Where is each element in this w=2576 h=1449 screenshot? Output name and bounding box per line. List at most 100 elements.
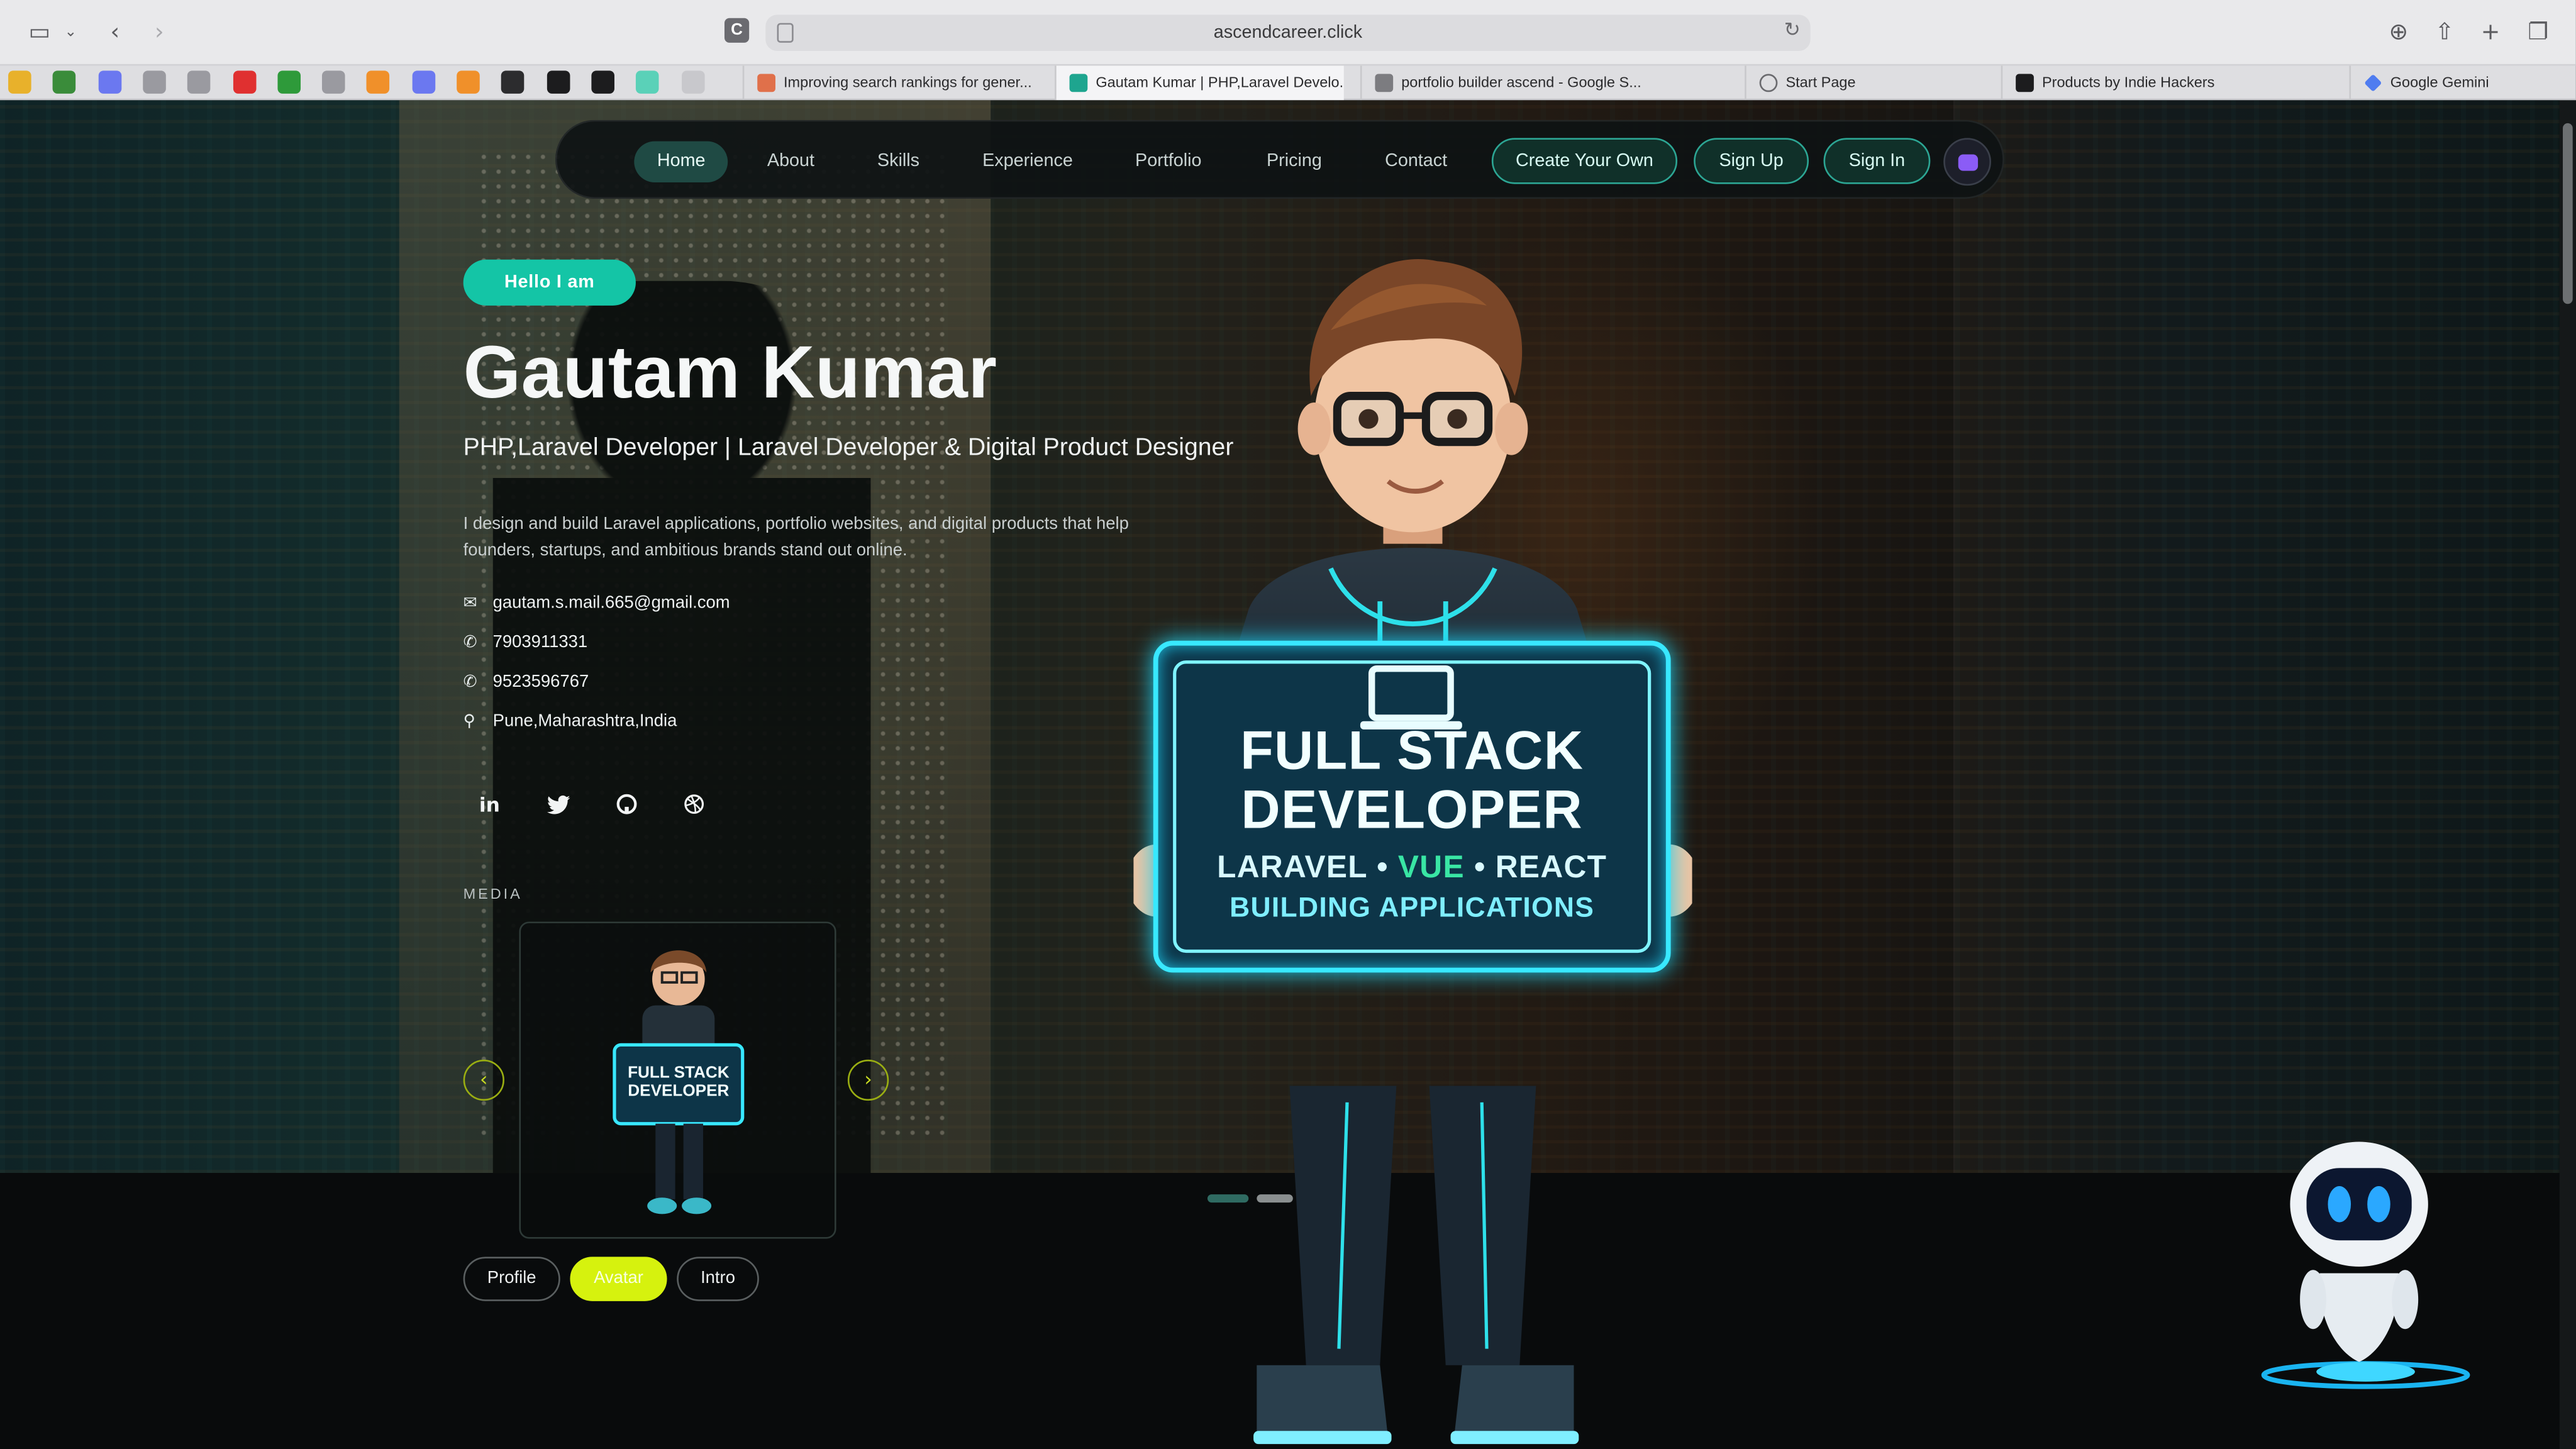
sign-up-button[interactable]: Sign Up bbox=[1694, 138, 1809, 184]
downloads-icon[interactable]: ⊕ bbox=[2382, 16, 2415, 49]
tab-gautam-kumar[interactable]: Gautam Kumar | PHP,Laravel Develo... bbox=[1055, 65, 1344, 101]
tab-favicon bbox=[1375, 74, 1394, 92]
portfolio-page: Home About Skills Experience Portfolio P… bbox=[0, 100, 2560, 1449]
tab-favicon bbox=[1069, 74, 1088, 92]
media-tab-avatar[interactable]: Avatar bbox=[570, 1257, 667, 1301]
sign-line-2: DEVELOPER bbox=[1241, 779, 1583, 840]
github-icon[interactable] bbox=[611, 790, 641, 819]
sign-line-1: FULL STACK bbox=[1240, 719, 1584, 780]
linkedin-icon[interactable]: in bbox=[475, 790, 504, 819]
tab-search-rankings[interactable]: Improving search rankings for gener... bbox=[742, 65, 1038, 101]
tab-indie-hackers[interactable]: Products by Indie Hackers bbox=[2001, 65, 2267, 101]
nav-contact[interactable]: Contact bbox=[1362, 142, 1470, 182]
email-text[interactable]: gautam.s.mail.665@gmail.com bbox=[493, 593, 730, 613]
sign-stack-b: VUE bbox=[1397, 851, 1465, 886]
new-tab-icon[interactable]: + bbox=[2474, 16, 2507, 49]
media-tab-profile[interactable]: Profile bbox=[463, 1257, 560, 1301]
nav-home[interactable]: Home bbox=[634, 141, 729, 182]
pinned-tab-icon[interactable] bbox=[501, 70, 525, 94]
address-bar[interactable]: ascendcareer.click ↻ bbox=[765, 14, 1811, 51]
dribbble-icon[interactable] bbox=[679, 790, 708, 819]
robot-assistant-icon[interactable] bbox=[2251, 1135, 2481, 1398]
full-stack-developer-sign: FULL STACK DEVELOPER LARAVEL • VUE • REA… bbox=[1153, 640, 1671, 973]
pinned-tab-icon[interactable] bbox=[142, 70, 166, 94]
pinned-tab-icon[interactable] bbox=[232, 70, 256, 94]
tab-portfolio-builder[interactable]: portfolio builder ascend - Google S... bbox=[1360, 65, 1653, 101]
tab-label: portfolio builder ascend - Google S... bbox=[1401, 74, 1641, 91]
hello-badge: Hello I am bbox=[463, 259, 636, 306]
tab-overview-icon[interactable]: ❐ bbox=[2522, 16, 2555, 49]
svg-text:FULL STACK: FULL STACK bbox=[628, 1063, 730, 1082]
page-scrollbar[interactable] bbox=[2559, 100, 2576, 1449]
carousel-next-button[interactable]: › bbox=[847, 1059, 889, 1101]
sign-line-4: BUILDING APPLICATIONS bbox=[1230, 892, 1595, 924]
reload-icon[interactable]: ↻ bbox=[1784, 18, 1801, 42]
nav-portfolio[interactable]: Portfolio bbox=[1112, 142, 1224, 182]
media-label: MEDIA bbox=[463, 885, 523, 902]
slide-dot-active[interactable] bbox=[1207, 1194, 1249, 1203]
envelope-icon: ✉ bbox=[463, 594, 477, 613]
media-tab-intro[interactable]: Intro bbox=[677, 1257, 759, 1301]
tab-label: Improving search rankings for gener... bbox=[784, 74, 1032, 91]
sign-stack-line: LARAVEL • VUE • REACT bbox=[1158, 851, 1666, 887]
contact-location: ⚲ Pune,Maharashtra,India bbox=[464, 708, 677, 735]
nav-pricing[interactable]: Pricing bbox=[1243, 142, 1345, 182]
contact-phone-2[interactable]: ✆ 9523596767 bbox=[464, 669, 589, 695]
gemini-icon bbox=[2364, 74, 2382, 92]
create-your-own-button[interactable]: Create Your Own bbox=[1491, 138, 1678, 184]
tab-label: Start Page bbox=[1785, 74, 1856, 91]
share-icon[interactable]: ⇧ bbox=[2428, 16, 2461, 49]
sign-stack-a: LARAVEL • bbox=[1217, 851, 1398, 886]
pinned-tab-icon[interactable] bbox=[187, 70, 211, 94]
phone-text[interactable]: 9523596767 bbox=[493, 672, 589, 691]
tab-google-gemini[interactable]: Google Gemini bbox=[2349, 65, 2575, 101]
pinned-tab-icon[interactable] bbox=[591, 70, 614, 94]
contact-phone-1[interactable]: ✆ 7903911331 bbox=[464, 629, 588, 655]
pinned-tab-icon[interactable] bbox=[457, 70, 480, 94]
pinned-tab-icon[interactable] bbox=[680, 70, 704, 94]
hero-bio: I design and build Laravel applications,… bbox=[463, 514, 1129, 560]
pinned-tab-icon[interactable] bbox=[367, 70, 391, 94]
assistant-avatar-icon[interactable] bbox=[1943, 138, 1991, 186]
tab-label: Gautam Kumar | PHP,Laravel Develo... bbox=[1096, 74, 1344, 91]
nav-skills[interactable]: Skills bbox=[854, 142, 942, 182]
sign-in-button[interactable]: Sign In bbox=[1823, 138, 1931, 184]
slide-dot[interactable] bbox=[1257, 1194, 1293, 1203]
extension-icon[interactable]: C bbox=[724, 18, 750, 43]
scrollbar-thumb[interactable] bbox=[2563, 123, 2573, 304]
pinned-tab-icon[interactable] bbox=[53, 70, 76, 94]
tab-favicon bbox=[757, 74, 775, 92]
tab-bar: Improving search rankings for gener... G… bbox=[0, 65, 2576, 101]
location-text: Pune,Maharashtra,India bbox=[492, 711, 677, 731]
sign-stack-c: • REACT bbox=[1464, 851, 1607, 886]
twitter-icon[interactable] bbox=[544, 790, 574, 819]
contact-email[interactable]: ✉ gautam.s.mail.665@gmail.com bbox=[464, 590, 730, 616]
tab-label: Products by Indie Hackers bbox=[2041, 74, 2215, 91]
media-carousel-card[interactable]: FULL STACK DEVELOPER bbox=[519, 921, 836, 1239]
browser-toolbar: ▭ ⌄ ‹ › C ascendcareer.click ↻ ⊕ ⇧ + ❐ bbox=[0, 0, 2576, 66]
carousel-prev-button[interactable]: ‹ bbox=[463, 1059, 504, 1101]
chevron-down-icon[interactable]: ⌄ bbox=[59, 16, 82, 49]
forward-icon[interactable]: › bbox=[143, 16, 175, 49]
pinned-tab-icon[interactable] bbox=[97, 70, 121, 94]
pinned-tab-icon[interactable] bbox=[636, 70, 659, 94]
tab-favicon bbox=[2016, 74, 2034, 92]
main-nav: Home About Skills Experience Portfolio P… bbox=[555, 119, 2004, 199]
map-pin-icon: ⚲ bbox=[463, 713, 475, 731]
pinned-tab-icon[interactable] bbox=[8, 70, 31, 94]
phone-icon: ✆ bbox=[463, 634, 477, 653]
pinned-tab-icon[interactable] bbox=[322, 70, 345, 94]
nav-experience[interactable]: Experience bbox=[960, 142, 1096, 182]
hero-role: PHP,Laravel Developer | Laravel Develope… bbox=[463, 433, 1234, 462]
nav-about[interactable]: About bbox=[744, 142, 837, 182]
back-icon[interactable]: ‹ bbox=[99, 16, 131, 49]
pinned-tab-icon[interactable] bbox=[411, 70, 435, 94]
phone-icon: ✆ bbox=[463, 674, 477, 692]
tab-label: Google Gemini bbox=[2390, 74, 2489, 91]
sidebar-toggle-icon[interactable]: ▭ bbox=[23, 16, 56, 49]
pinned-tab-icon[interactable] bbox=[546, 70, 570, 94]
url-text[interactable]: ascendcareer.click bbox=[765, 15, 1810, 51]
phone-text[interactable]: 7903911331 bbox=[493, 633, 588, 652]
tab-start-page[interactable]: Start Page bbox=[1745, 65, 1958, 101]
pinned-tab-icon[interactable] bbox=[277, 70, 301, 94]
